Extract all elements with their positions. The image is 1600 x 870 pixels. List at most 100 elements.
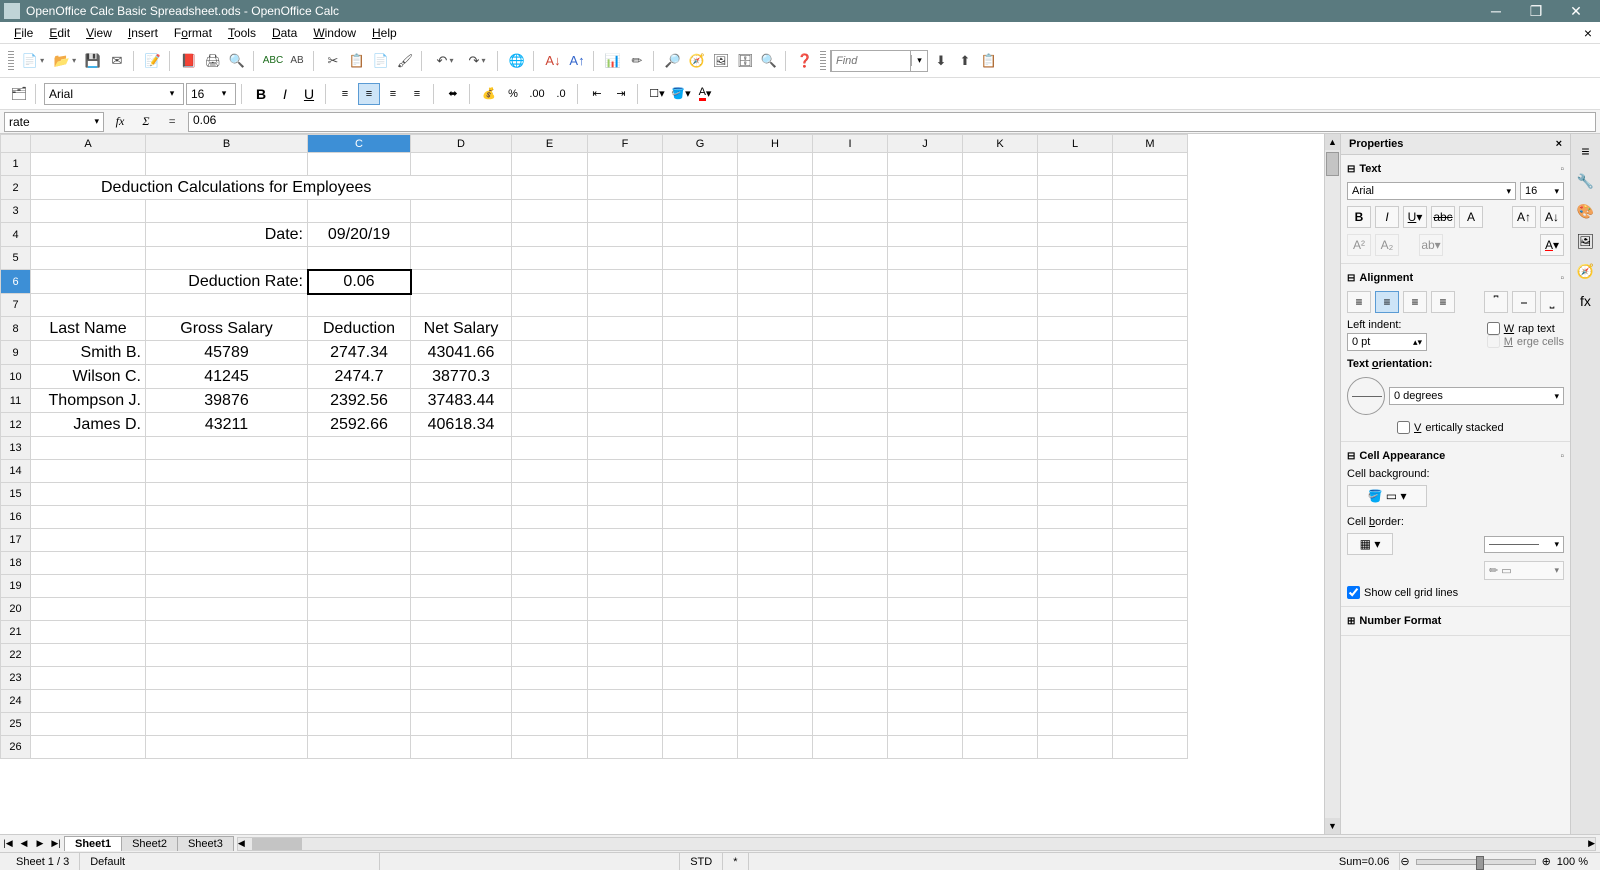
cell[interactable]: [663, 713, 738, 736]
cell[interactable]: [1038, 200, 1113, 223]
cell[interactable]: [738, 460, 813, 483]
row-header[interactable]: 10: [1, 365, 31, 389]
column-header[interactable]: L: [1038, 135, 1113, 153]
cell[interactable]: Deduction Rate:: [146, 270, 308, 294]
menu-format[interactable]: Format: [166, 24, 220, 42]
font-size-combo[interactable]: 16▾: [186, 83, 236, 105]
cell[interactable]: [738, 483, 813, 506]
toolbar-grip[interactable]: [820, 51, 826, 71]
cell[interactable]: [738, 389, 813, 413]
cell[interactable]: [663, 575, 738, 598]
sidebar-tab-functions[interactable]: fx: [1573, 288, 1599, 314]
cell[interactable]: 09/20/19: [308, 223, 411, 247]
autospell-button[interactable]: AB: [286, 50, 308, 72]
new-button[interactable]: 📄: [18, 50, 48, 72]
cell[interactable]: Last Name: [31, 317, 146, 341]
cell[interactable]: [813, 552, 888, 575]
sidebar-fontcolor-button[interactable]: A ▾: [1540, 234, 1564, 256]
cell[interactable]: [888, 153, 963, 176]
section-alignment[interactable]: Alignment▫: [1347, 268, 1564, 288]
export-pdf-button[interactable]: 📕: [178, 50, 200, 72]
cell[interactable]: [146, 552, 308, 575]
cell[interactable]: [813, 667, 888, 690]
close-doc-button[interactable]: ×: [1584, 25, 1592, 41]
sidebar-tab-styles[interactable]: 🎨: [1573, 198, 1599, 224]
tab-last-button[interactable]: ▶|: [48, 838, 64, 849]
row-header[interactable]: 24: [1, 690, 31, 713]
cell[interactable]: [663, 153, 738, 176]
italic-button[interactable]: I: [274, 83, 296, 105]
cell[interactable]: [888, 483, 963, 506]
cell[interactable]: 0.06: [308, 270, 411, 294]
bgcolor-button[interactable]: 🪣▾: [670, 83, 692, 105]
cell[interactable]: [588, 575, 663, 598]
cell[interactable]: [663, 483, 738, 506]
cell[interactable]: [663, 341, 738, 365]
cell[interactable]: [31, 598, 146, 621]
cell[interactable]: [146, 621, 308, 644]
cell[interactable]: [888, 389, 963, 413]
row-header[interactable]: 8: [1, 317, 31, 341]
menu-edit[interactable]: Edit: [41, 24, 78, 42]
cell[interactable]: [888, 506, 963, 529]
spellcheck-button[interactable]: ABC: [262, 50, 284, 72]
cell[interactable]: [308, 552, 411, 575]
cell[interactable]: [888, 736, 963, 759]
cell[interactable]: [888, 200, 963, 223]
cell[interactable]: [31, 644, 146, 667]
cell[interactable]: [963, 667, 1038, 690]
maximize-button[interactable]: ❐: [1516, 3, 1556, 20]
align-right-button[interactable]: ≡: [1403, 291, 1427, 313]
cell[interactable]: [308, 667, 411, 690]
cell[interactable]: [738, 667, 813, 690]
cell[interactable]: [31, 483, 146, 506]
cell[interactable]: [146, 483, 308, 506]
cell[interactable]: [888, 294, 963, 317]
cell[interactable]: [813, 200, 888, 223]
cell[interactable]: [411, 575, 512, 598]
column-header[interactable]: M: [1113, 135, 1188, 153]
cell[interactable]: [1113, 365, 1188, 389]
merge-cells-checkbox[interactable]: Merge cells: [1487, 335, 1564, 348]
cell[interactable]: [888, 176, 963, 200]
sidebar-tab-navigator[interactable]: 🧭: [1573, 258, 1599, 284]
cell[interactable]: [663, 176, 738, 200]
cell[interactable]: [1038, 667, 1113, 690]
cell[interactable]: [411, 270, 512, 294]
cell[interactable]: Smith B.: [31, 341, 146, 365]
cell[interactable]: [1113, 341, 1188, 365]
cell[interactable]: 43211: [146, 413, 308, 437]
find-next-button[interactable]: ⬇: [930, 50, 952, 72]
cell[interactable]: [1038, 153, 1113, 176]
cell[interactable]: [663, 460, 738, 483]
format-paintbrush-button[interactable]: 🖌: [394, 50, 416, 72]
percent-button[interactable]: %: [502, 83, 524, 105]
cell[interactable]: [738, 153, 813, 176]
cell[interactable]: [146, 506, 308, 529]
add-decimal-button[interactable]: .00: [526, 83, 548, 105]
cell[interactable]: [308, 690, 411, 713]
cell[interactable]: [512, 506, 588, 529]
cell[interactable]: [663, 667, 738, 690]
cell[interactable]: [738, 690, 813, 713]
column-header[interactable]: K: [963, 135, 1038, 153]
cell[interactable]: [1113, 736, 1188, 759]
cell[interactable]: [738, 247, 813, 270]
cell[interactable]: [1113, 667, 1188, 690]
cell[interactable]: [1038, 736, 1113, 759]
redo-button[interactable]: ↷: [462, 50, 492, 72]
sidebar-tab-menu[interactable]: ≡: [1573, 138, 1599, 164]
cell[interactable]: [1038, 389, 1113, 413]
sidebar-tab-properties[interactable]: 🔧: [1573, 168, 1599, 194]
cell[interactable]: [663, 621, 738, 644]
cell[interactable]: [813, 247, 888, 270]
cell[interactable]: [813, 736, 888, 759]
cell[interactable]: [411, 247, 512, 270]
cell[interactable]: [146, 437, 308, 460]
cell[interactable]: [888, 575, 963, 598]
cell[interactable]: [1113, 506, 1188, 529]
cell[interactable]: [888, 270, 963, 294]
cell[interactable]: [411, 437, 512, 460]
cell[interactable]: [588, 176, 663, 200]
cell[interactable]: [588, 341, 663, 365]
